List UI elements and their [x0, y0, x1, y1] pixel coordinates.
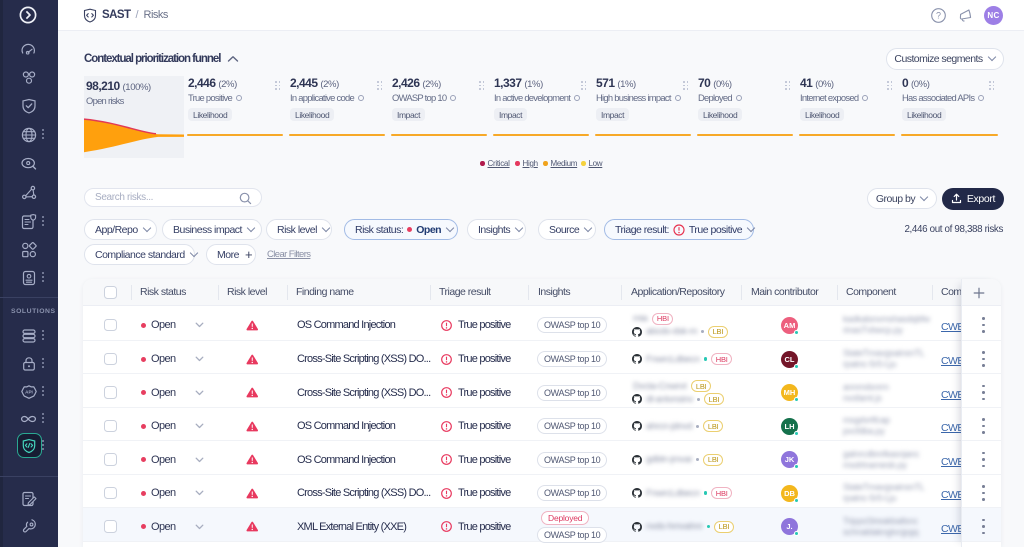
svg-text:API: API — [25, 389, 33, 394]
svg-text:?: ? — [936, 10, 941, 20]
